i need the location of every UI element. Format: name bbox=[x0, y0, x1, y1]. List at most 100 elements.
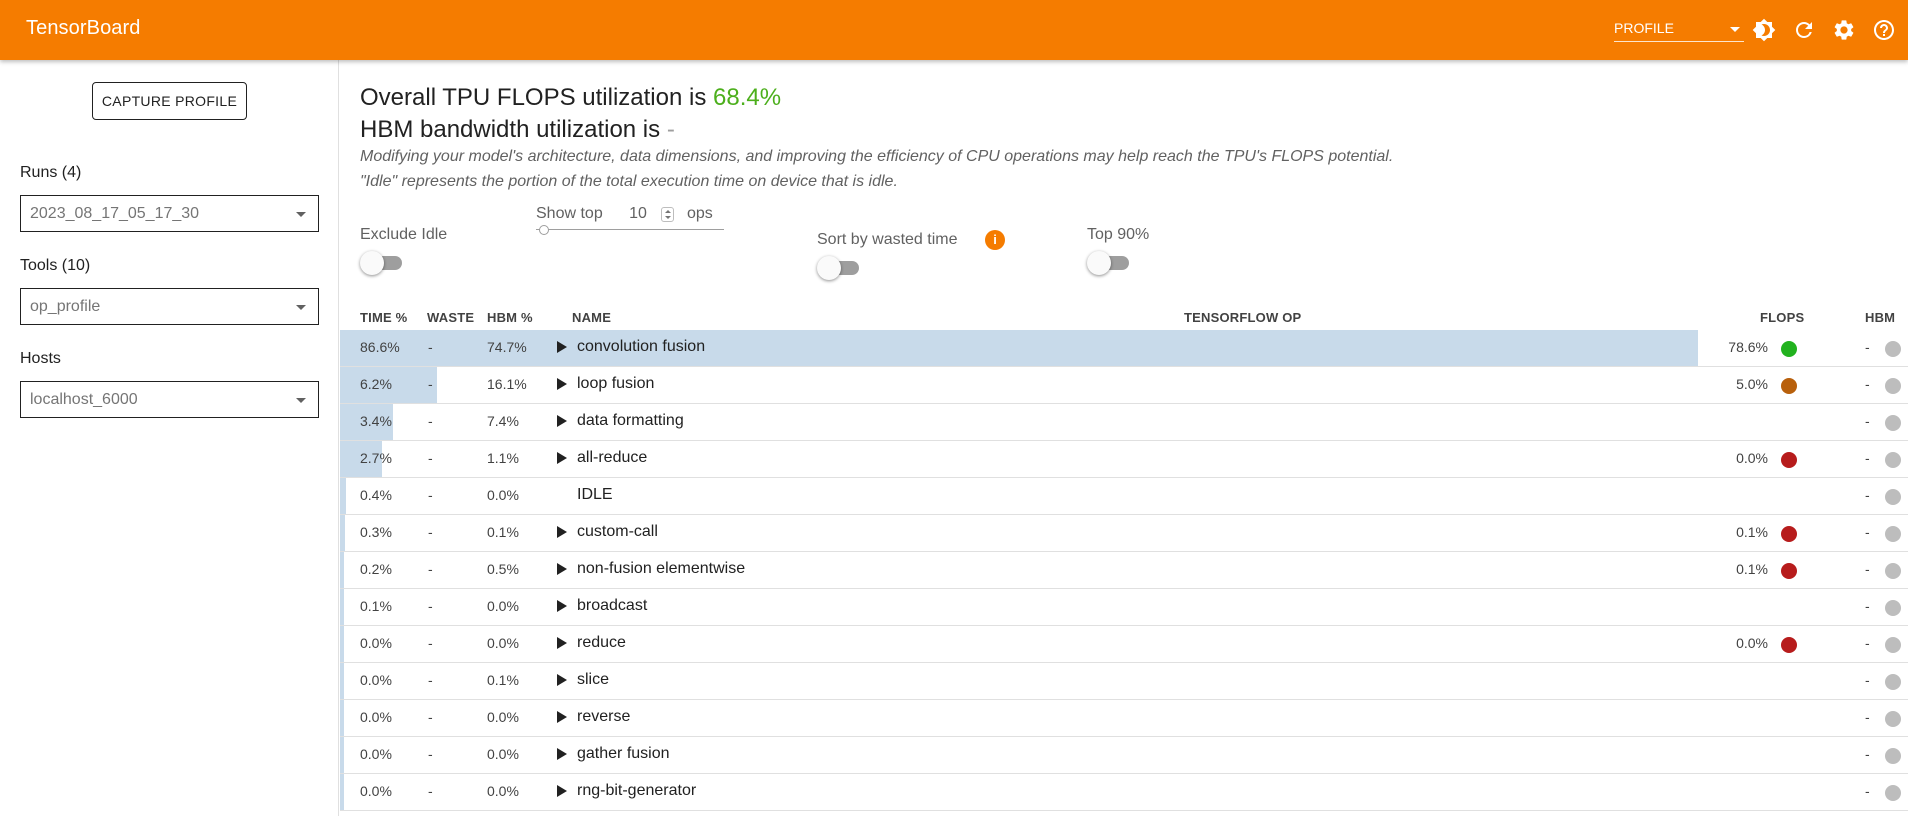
hbm-percent-cell: 0.1% bbox=[487, 672, 519, 688]
table-row[interactable]: 0.0% - 0.0% reduce 0.0% - bbox=[340, 626, 1908, 663]
table-row[interactable]: 0.2% - 0.5% non-fusion elementwise 0.1% - bbox=[340, 552, 1908, 589]
theme-toggle-icon[interactable] bbox=[1752, 18, 1776, 42]
expand-arrow-icon[interactable] bbox=[557, 748, 567, 760]
chevron-down-icon bbox=[296, 398, 306, 403]
refresh-icon[interactable] bbox=[1792, 18, 1816, 42]
chevron-down-icon bbox=[296, 305, 306, 310]
time-percent-cell: 0.4% bbox=[360, 487, 392, 503]
time-percent-cell: 0.0% bbox=[360, 635, 392, 651]
header-name[interactable]: NAME bbox=[572, 310, 611, 325]
flops-percent-cell: 0.0% bbox=[1736, 450, 1768, 466]
runs-label: Runs (4) bbox=[20, 164, 82, 181]
stepper-arrows-icon[interactable] bbox=[661, 207, 674, 222]
hbm-status-dot bbox=[1885, 563, 1901, 579]
time-percent-cell: 3.4% bbox=[360, 413, 392, 429]
hbm-util-cell: - bbox=[1865, 376, 1870, 392]
time-percent-cell: 0.2% bbox=[360, 561, 392, 577]
flops-utilization-prefix: Overall TPU FLOPS utilization is bbox=[360, 84, 714, 111]
table-row[interactable]: 0.0% - 0.0% gather fusion - bbox=[340, 737, 1908, 774]
table-row[interactable]: 0.1% - 0.0% broadcast - bbox=[340, 589, 1908, 626]
time-percent-cell: 0.0% bbox=[360, 746, 392, 762]
op-name-cell: broadcast bbox=[577, 597, 648, 614]
time-percent-cell: 0.0% bbox=[360, 672, 392, 688]
hbm-status-dot bbox=[1885, 674, 1901, 690]
expand-arrow-icon[interactable] bbox=[557, 378, 567, 390]
hbm-util-cell: - bbox=[1865, 598, 1870, 614]
exclude-idle-toggle[interactable] bbox=[360, 251, 406, 275]
tools-select-value: op_profile bbox=[30, 298, 101, 315]
sort-by-waste-toggle[interactable] bbox=[817, 256, 863, 280]
expand-arrow-icon[interactable] bbox=[557, 526, 567, 538]
waste-cell: - bbox=[428, 450, 433, 466]
expand-arrow-icon[interactable] bbox=[557, 600, 567, 612]
header-hbm[interactable]: HBM % bbox=[487, 310, 533, 325]
slider-handle[interactable] bbox=[539, 225, 549, 235]
plugin-select[interactable]: PROFILE bbox=[1614, 18, 1744, 42]
header-tensorflow-op[interactable]: TENSORFLOW OP bbox=[1184, 310, 1301, 325]
op-name-cell: custom-call bbox=[577, 523, 658, 540]
waste-cell: - bbox=[428, 561, 433, 577]
op-name-cell: loop fusion bbox=[577, 375, 655, 392]
table-row[interactable]: 3.4% - 7.4% data formatting - bbox=[340, 404, 1908, 441]
time-percent-cell: 0.0% bbox=[360, 783, 392, 799]
hosts-select[interactable]: localhost_6000 bbox=[20, 381, 319, 418]
waste-cell: - bbox=[428, 524, 433, 540]
info-icon[interactable]: i bbox=[985, 230, 1005, 250]
hbm-percent-cell: 74.7% bbox=[487, 339, 527, 355]
table-row[interactable]: 86.6% - 74.7% convolution fusion 78.6% - bbox=[340, 330, 1908, 367]
header-waste[interactable]: WASTE bbox=[427, 310, 474, 325]
table-row[interactable]: 0.3% - 0.1% custom-call 0.1% - bbox=[340, 515, 1908, 552]
help-icon[interactable] bbox=[1872, 18, 1896, 42]
hbm-status-dot bbox=[1885, 526, 1901, 542]
show-top-input[interactable]: 10 bbox=[618, 205, 658, 223]
waste-cell: - bbox=[428, 376, 433, 392]
hbm-util-cell: - bbox=[1865, 339, 1870, 355]
hbm-util-cell: - bbox=[1865, 450, 1870, 466]
expand-arrow-icon[interactable] bbox=[557, 341, 567, 353]
expand-arrow-icon[interactable] bbox=[557, 452, 567, 464]
hbm-status-dot bbox=[1885, 489, 1901, 505]
table-row[interactable]: 0.0% - 0.0% reverse - bbox=[340, 700, 1908, 737]
hbm-status-dot bbox=[1885, 452, 1901, 468]
top-90-label: Top 90% bbox=[1087, 226, 1150, 243]
flops-utilization-value: 68.4% bbox=[713, 84, 782, 111]
show-top-label: Show top bbox=[536, 205, 603, 222]
capture-profile-button[interactable]: CAPTURE PROFILE bbox=[92, 82, 247, 120]
header-time[interactable]: TIME % bbox=[360, 310, 407, 325]
expand-arrow-icon[interactable] bbox=[557, 674, 567, 686]
hbm-util-cell: - bbox=[1865, 524, 1870, 540]
top-90-toggle[interactable] bbox=[1087, 251, 1133, 275]
time-fraction-bar bbox=[340, 330, 1698, 366]
time-fraction-bar bbox=[340, 589, 344, 625]
waste-cell: - bbox=[428, 413, 433, 429]
expand-arrow-icon[interactable] bbox=[557, 785, 567, 797]
top-app-bar: TensorBoard PROFILE bbox=[0, 0, 1908, 60]
table-row[interactable]: 0.0% - 0.1% slice - bbox=[340, 663, 1908, 700]
header-hbm-util[interactable]: HBM bbox=[1865, 310, 1895, 325]
expand-arrow-icon[interactable] bbox=[557, 637, 567, 649]
hbm-status-dot bbox=[1885, 600, 1901, 616]
table-row[interactable]: 2.7% - 1.1% all-reduce 0.0% - bbox=[340, 441, 1908, 478]
hbm-utilization-value: - bbox=[666, 116, 675, 143]
runs-select[interactable]: 2023_08_17_05_17_30 bbox=[20, 195, 319, 232]
op-name-cell: all-reduce bbox=[577, 449, 648, 466]
tools-select[interactable]: op_profile bbox=[20, 288, 319, 325]
expand-arrow-icon[interactable] bbox=[557, 563, 567, 575]
hbm-status-dot bbox=[1885, 711, 1901, 727]
table-row[interactable]: 0.0% - 0.0% rng-bit-generator - bbox=[340, 774, 1908, 811]
settings-icon[interactable] bbox=[1832, 18, 1856, 42]
op-name-cell: rng-bit-generator bbox=[577, 782, 697, 799]
table-row[interactable]: 6.2% - 16.1% loop fusion 5.0% - bbox=[340, 367, 1908, 404]
chevron-down-icon bbox=[296, 212, 306, 217]
op-name-cell: reverse bbox=[577, 708, 631, 725]
expand-arrow-icon[interactable] bbox=[557, 711, 567, 723]
hbm-util-cell: - bbox=[1865, 783, 1870, 799]
flops-status-dot bbox=[1781, 378, 1797, 394]
header-flops[interactable]: FLOPS bbox=[1760, 310, 1804, 325]
table-row[interactable]: 0.4% - 0.0% IDLE - bbox=[340, 478, 1908, 515]
slider-track[interactable] bbox=[536, 229, 724, 230]
hbm-percent-cell: 0.0% bbox=[487, 709, 519, 725]
hbm-status-dot bbox=[1885, 415, 1901, 431]
expand-arrow-icon[interactable] bbox=[557, 415, 567, 427]
description-text: Modifying your model's architecture, dat… bbox=[360, 148, 1394, 165]
